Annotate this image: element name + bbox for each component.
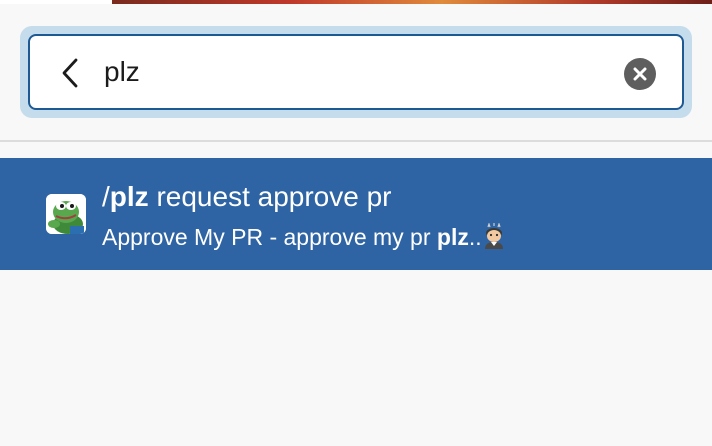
command-prefix: / — [102, 181, 110, 212]
command-title: /plz request approve pr — [102, 180, 391, 214]
description-match: plz — [436, 224, 469, 250]
back-chevron-icon[interactable] — [58, 56, 82, 90]
search-input[interactable] — [104, 50, 604, 94]
background-image-strip — [112, 0, 712, 4]
dizzy-face-emoji-icon — [482, 222, 506, 249]
search-box — [28, 34, 684, 110]
command-args: request approve pr — [148, 181, 392, 212]
pepe-frog-icon — [46, 194, 86, 234]
clear-search-button[interactable] — [624, 58, 656, 90]
command-result-item[interactable]: /plz request approve pr Approve My PR - … — [0, 158, 712, 270]
description-text: Approve My PR - approve my pr — [102, 224, 437, 250]
top-strip-left — [0, 0, 112, 4]
slash-command-picker: /plz request approve pr Approve My PR - … — [0, 0, 712, 446]
command-description: Approve My PR - approve my pr plz.. — [102, 222, 506, 252]
command-name-match: plz — [109, 181, 149, 212]
results-divider — [0, 140, 712, 142]
description-suffix: .. — [468, 224, 482, 250]
close-icon — [633, 67, 647, 81]
